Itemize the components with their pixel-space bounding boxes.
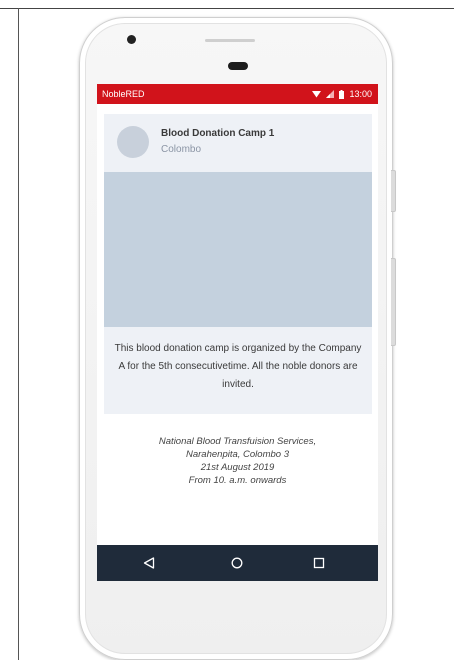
time-text: From 10. a.m. onwards: [188, 475, 287, 486]
battery-icon: [339, 89, 345, 99]
back-button[interactable]: [129, 545, 169, 581]
status-icons: 13:00: [312, 84, 372, 104]
camp-title: Blood Donation Camp 1: [161, 128, 275, 139]
navigation-bar: [97, 545, 378, 581]
home-icon: [231, 557, 243, 569]
home-button[interactable]: [217, 545, 257, 581]
earpiece-speaker: [228, 62, 248, 70]
camp-card[interactable]: Blood Donation Camp 1 Colombo This blood…: [104, 114, 372, 414]
frame-left-border: [18, 8, 19, 660]
organizer-text: National Blood Transfuision Services,: [158, 436, 317, 447]
back-icon: [143, 557, 155, 569]
app-name: NobleRED: [102, 89, 145, 99]
proximity-sensor: [205, 39, 255, 42]
camp-details: National Blood Transfuision Services, Na…: [97, 435, 378, 487]
phone-screen: NobleRED 13:00 Blood Donation Camp 1 Col…: [97, 84, 378, 581]
status-time: 13:00: [349, 89, 372, 99]
recents-icon: [313, 557, 325, 569]
camp-description: This blood donation camp is organized by…: [114, 343, 362, 390]
date-text: 21st August 2019: [200, 462, 275, 473]
camp-location: Colombo: [161, 144, 202, 155]
signal-icon: [326, 90, 335, 98]
front-camera: [127, 35, 136, 44]
camp-image-placeholder: [104, 172, 372, 327]
frame-top-border: [0, 8, 454, 9]
recents-button[interactable]: [299, 545, 339, 581]
volume-button: [391, 258, 396, 346]
status-bar: NobleRED 13:00: [97, 84, 378, 104]
wifi-icon: [312, 91, 322, 98]
address-text: Narahenpita, Colombo 3: [186, 449, 289, 460]
power-button: [391, 170, 396, 212]
avatar: [117, 126, 149, 158]
